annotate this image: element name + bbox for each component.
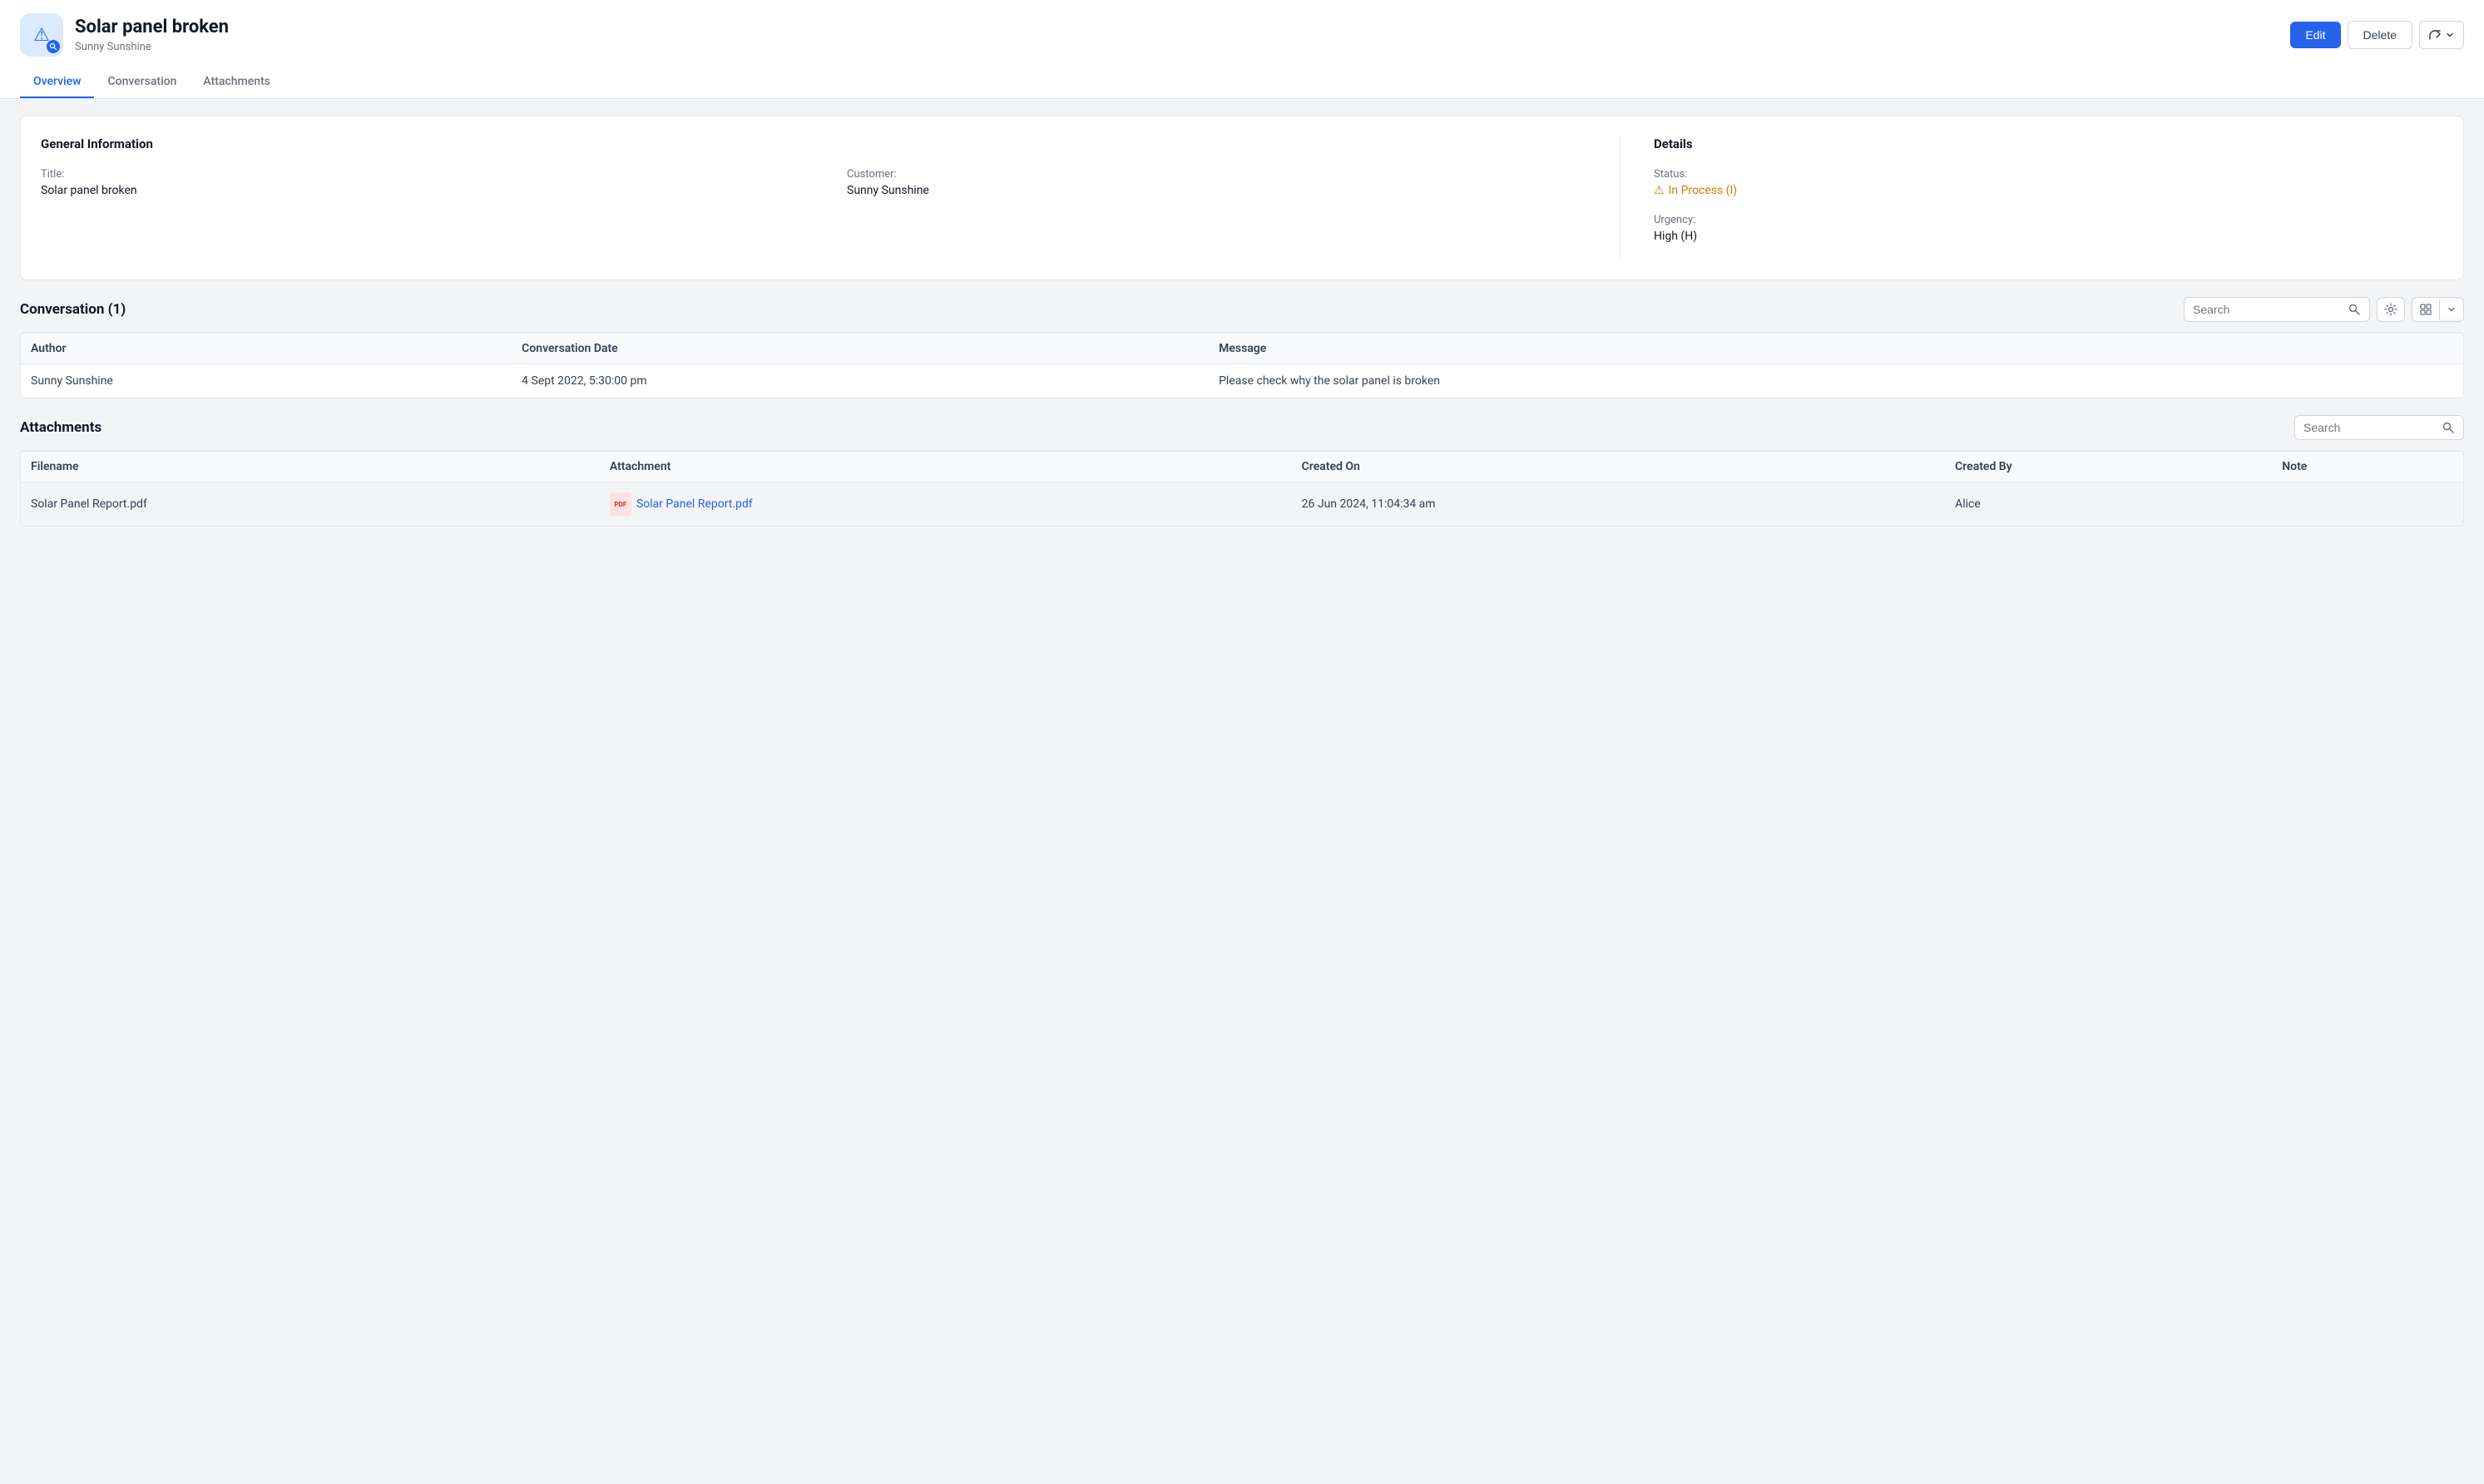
tabs: Overview Conversation Attachments [20,67,2464,98]
conversation-header: Conversation (1) [20,297,2464,322]
tab-conversation[interactable]: Conversation [94,67,190,98]
date-cell: 4 Sept 2022, 5:30:00 pm [512,364,1209,398]
title-value: Solar panel broken [41,184,814,197]
urgency-field: Urgency: High (H) [1654,214,2443,243]
conversation-tools [2184,297,2464,322]
ticket-icon: ⚠ [20,13,63,57]
attachment-link[interactable]: PDF Solar Panel Report.pdf [610,492,753,516]
created-by-cell: Alice [1945,482,2272,527]
grid-icon [2419,303,2432,316]
conversation-search-input[interactable] [2193,303,2343,316]
page-header: ⚠ Solar panel broken Sunny Sunshine Edit… [0,0,2484,99]
pdf-icon: PDF [610,492,631,516]
settings-button[interactable] [2377,297,2405,322]
col-created-by: Created By [1945,452,2272,482]
share-icon [2428,28,2442,42]
view-toggle-group [2412,297,2464,322]
note-cell [2272,482,2463,527]
page-title: Solar panel broken [75,17,229,38]
tab-overview[interactable]: Overview [20,67,94,98]
attachments-table: Filename Attachment Created On Created B… [21,451,2463,526]
col-filename: Filename [21,452,600,482]
search-badge-icon [47,40,60,53]
col-message: Message [1209,334,2368,364]
title-label: Title: [41,168,814,181]
tab-attachments[interactable]: Attachments [190,67,283,98]
header-actions: Edit Delete [2290,21,2464,49]
action-cell [2368,364,2463,398]
card-sections: General Information Title: Solar panel b… [41,136,2443,260]
header-top: ⚠ Solar panel broken Sunny Sunshine Edit… [20,13,2464,57]
search-icon [2442,421,2455,434]
details-title: Details [1654,136,2443,151]
attachments-header: Attachments [20,415,2464,440]
attachment-cell: PDF Solar Panel Report.pdf [600,482,1292,527]
attachments-section: Attachments Filename Attachment Crea [20,415,2464,527]
col-actions [2368,334,2463,364]
page-content: General Information Title: Solar panel b… [0,99,2484,543]
created-on-cell: 26 Jun 2024, 11:04:34 am [1292,482,1945,527]
table-row: Solar Panel Report.pdf PDF Solar Panel R… [21,482,2463,527]
share-button[interactable] [2419,21,2464,49]
status-badge: ⚠ In Process (I) [1654,184,1737,197]
general-info-card: General Information Title: Solar panel b… [20,116,2464,280]
urgency-label: Urgency: [1654,214,2443,226]
status-label: Status: [1654,168,2443,181]
conversation-section: Conversation (1) [20,297,2464,398]
conversation-table: Author Conversation Date Message Sunny S… [21,333,2463,398]
header-title-area: Solar panel broken Sunny Sunshine [75,17,229,52]
attachments-search-box[interactable] [2294,415,2464,440]
grid-view-button[interactable] [2412,298,2439,321]
general-info-title: General Information [41,136,1620,151]
conversation-title: Conversation (1) [20,301,126,318]
conversation-table-header-row: Author Conversation Date Message [21,334,2463,364]
attachments-table-wrapper: Filename Attachment Created On Created B… [20,450,2464,527]
table-row: Sunny Sunshine 4 Sept 2022, 5:30:00 pm P… [21,364,2463,398]
col-note: Note [2272,452,2463,482]
author-cell: Sunny Sunshine [21,364,512,398]
attachments-search-input[interactable] [2303,421,2437,434]
chevron-down-icon [2445,30,2455,40]
attachments-title: Attachments [20,419,101,436]
col-conversation-date: Conversation Date [512,334,1209,364]
filename-cell: Solar Panel Report.pdf [21,482,600,527]
attachment-link-text: Solar Panel Report.pdf [636,497,753,511]
message-cell: Please check why the solar panel is brok… [1209,364,2368,398]
urgency-value: High (H) [1654,230,2443,243]
customer-label: Customer: [847,168,1620,181]
header-left: ⚠ Solar panel broken Sunny Sunshine [20,13,229,57]
search-icon [2348,303,2361,316]
title-field: Title: Solar panel broken [41,168,814,197]
gear-icon [2384,303,2397,316]
conversation-table-wrapper: Author Conversation Date Message Sunny S… [20,332,2464,398]
col-attachment: Attachment [600,452,1292,482]
attachments-tools [2294,415,2464,440]
customer-value: Sunny Sunshine [847,184,1620,197]
delete-button[interactable]: Delete [2348,21,2412,49]
warning-icon: ⚠ [1654,184,1665,197]
status-field: Status: ⚠ In Process (I) [1654,168,2443,197]
attachments-table-header-row: Filename Attachment Created On Created B… [21,452,2463,482]
details-section: Details Status: ⚠ In Process (I) Urgency… [1620,136,2443,260]
chevron-down-button[interactable] [2440,299,2463,319]
header-subtitle: Sunny Sunshine [75,41,229,53]
general-info-section: General Information Title: Solar panel b… [41,136,1620,260]
edit-button[interactable]: Edit [2290,22,2340,48]
chevron-down-icon [2447,304,2457,314]
col-author: Author [21,334,512,364]
conversation-search-box[interactable] [2184,297,2370,322]
customer-field: Customer: Sunny Sunshine [847,168,1620,197]
col-created-on: Created On [1292,452,1945,482]
info-grid: Title: Solar panel broken Customer: Sunn… [41,168,1620,197]
status-value: In Process (I) [1669,184,1738,197]
